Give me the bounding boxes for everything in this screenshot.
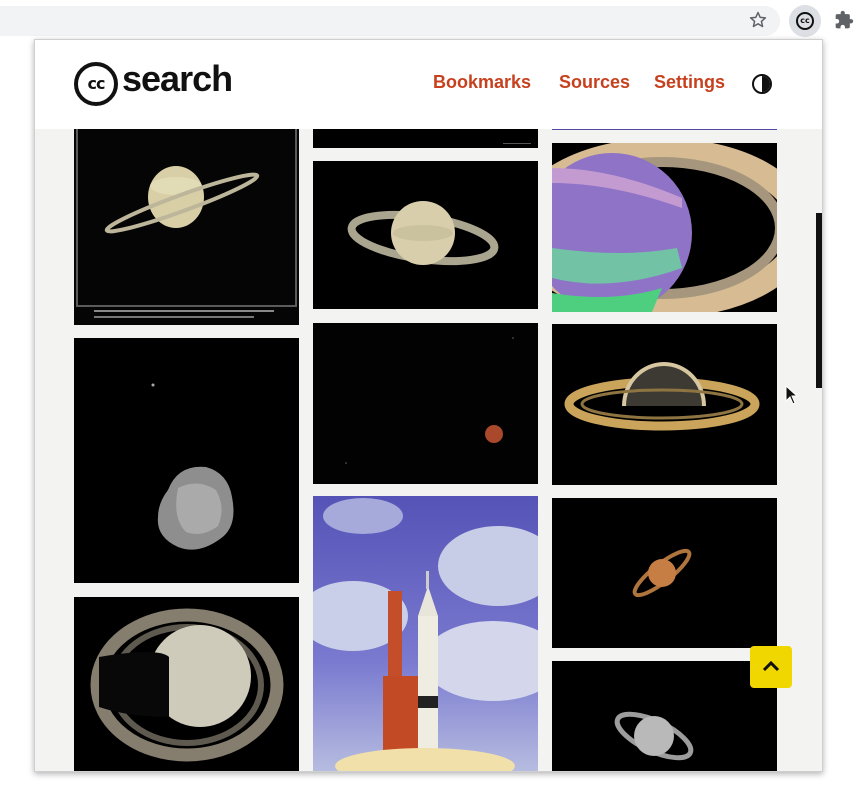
- popup-header: cc search Bookmarks Sources Settings: [35, 40, 822, 129]
- logo-mark: cc: [74, 62, 118, 106]
- star-icon[interactable]: [748, 10, 768, 30]
- image-result[interactable]: [313, 129, 538, 148]
- image-result[interactable]: [74, 597, 299, 771]
- nav-bookmarks[interactable]: Bookmarks: [433, 72, 531, 93]
- image-result[interactable]: [552, 324, 777, 485]
- nav-sources[interactable]: Sources: [559, 72, 630, 93]
- image-result[interactable]: [74, 338, 299, 583]
- image-result[interactable]: [552, 661, 777, 771]
- creative-commons-icon[interactable]: cc: [789, 5, 821, 37]
- image-result[interactable]: [552, 498, 777, 648]
- image-result[interactable]: [313, 161, 538, 309]
- image-result[interactable]: [552, 129, 777, 130]
- cc-search-popup: cc search Bookmarks Sources Settings: [34, 39, 823, 772]
- image-result[interactable]: [313, 323, 538, 484]
- image-result[interactable]: [74, 129, 299, 325]
- image-result[interactable]: [552, 143, 777, 312]
- scrollbar-thumb[interactable]: [816, 213, 822, 388]
- image-grid: [35, 129, 822, 771]
- puzzle-icon[interactable]: [834, 10, 854, 30]
- extension-label: cc: [796, 12, 814, 30]
- mouse-cursor-icon: [785, 385, 799, 405]
- contrast-icon[interactable]: [752, 74, 772, 94]
- nav-settings[interactable]: Settings: [654, 72, 725, 93]
- scroll-to-top-button[interactable]: [750, 646, 792, 688]
- logo-word: search: [122, 58, 233, 99]
- image-result[interactable]: [313, 496, 538, 771]
- address-bar[interactable]: [0, 6, 780, 36]
- chevron-up-icon: [762, 660, 780, 672]
- browser-toolbar: cc: [0, 0, 863, 42]
